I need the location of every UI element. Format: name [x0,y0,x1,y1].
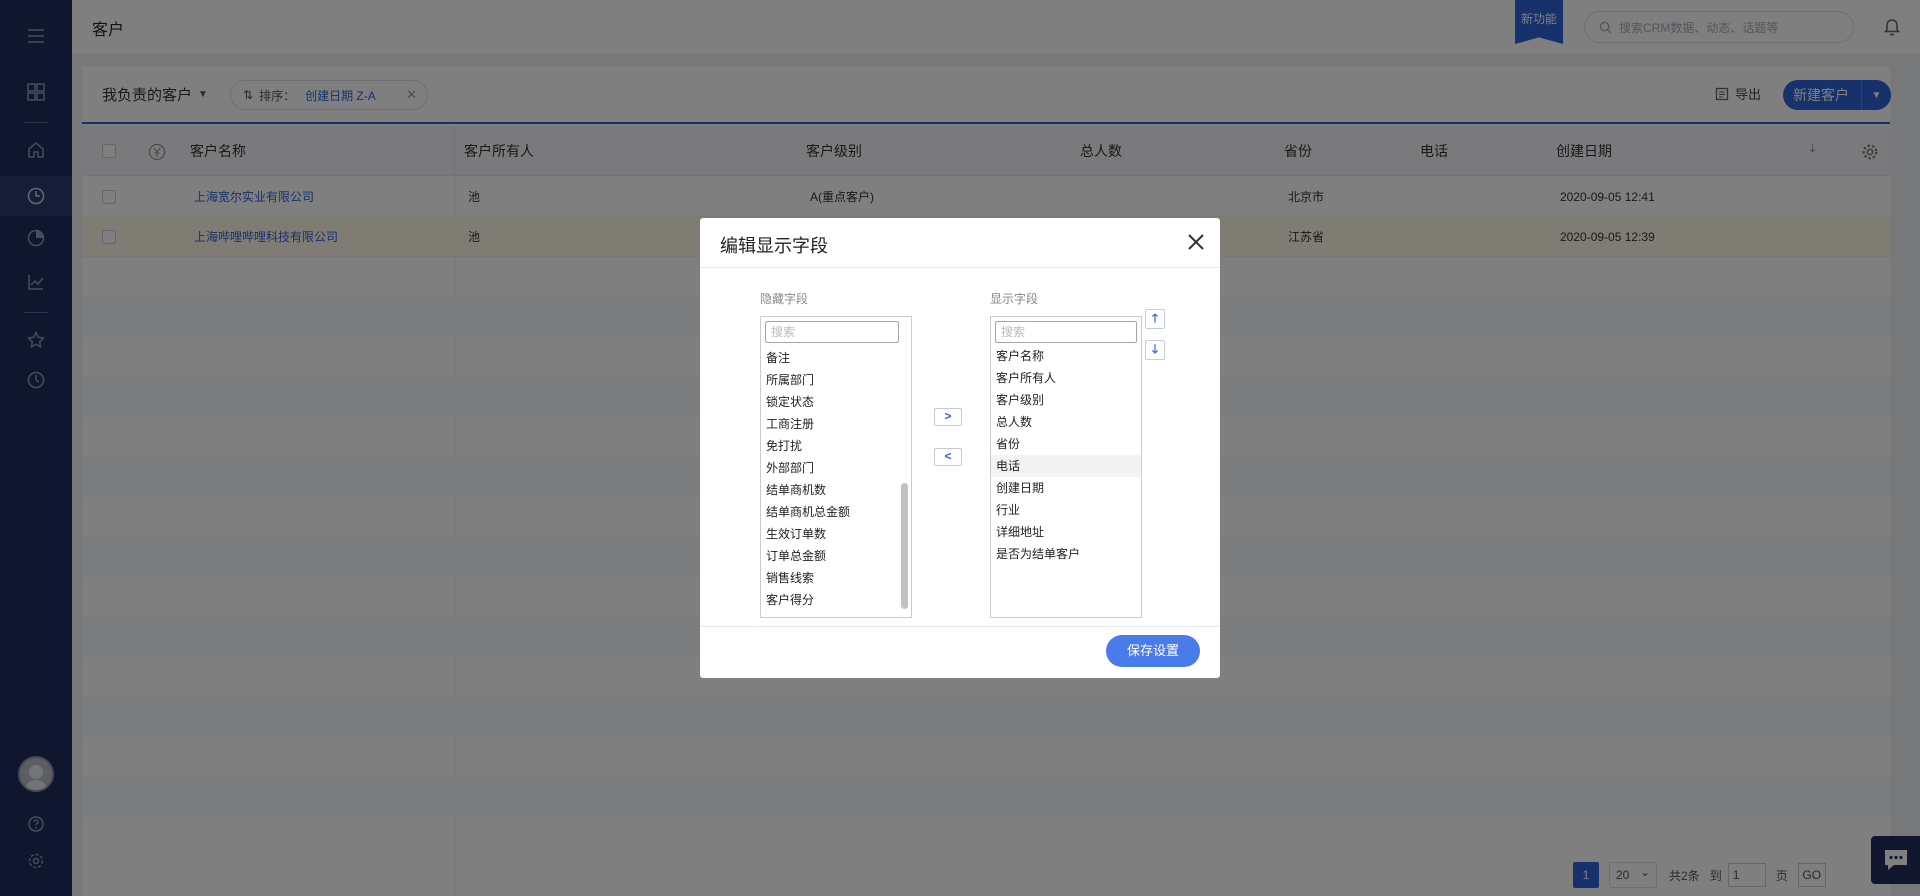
shown-fields-search[interactable]: 搜索 [995,321,1137,343]
move-down-button[interactable]: 🡓 [1145,340,1165,360]
edit-fields-dialog: 编辑显示字段 隐藏字段 显示字段 搜索 备注 所属部门 锁定状态 工商注册 免打… [700,218,1220,678]
list-item[interactable]: 客户名称 [991,345,1141,367]
dialog-header: 编辑显示字段 [700,218,1220,268]
list-item[interactable]: 备注 [761,347,911,369]
list-item[interactable]: 客户级别 [991,389,1141,411]
list-item[interactable]: 详细地址 [991,521,1141,543]
shown-fields-title: 显示字段 [990,292,1039,306]
list-item[interactable]: 销售线索 [761,567,911,589]
scrollbar[interactable] [901,483,908,609]
list-item[interactable]: 客户得分 [761,589,911,611]
move-left-button[interactable]: < [934,448,962,466]
hidden-fields-search[interactable]: 搜索 [765,321,899,343]
list-item[interactable]: 外部部门 [761,457,911,479]
list-item[interactable]: 工商注册 [761,413,911,435]
list-item[interactable]: 行业 [991,499,1141,521]
hidden-fields-title: 隐藏字段 [760,292,809,306]
list-item[interactable]: 订单总金额 [761,545,911,567]
close-icon[interactable] [1186,232,1206,252]
list-item[interactable]: 免打扰 [761,435,911,457]
list-item[interactable]: 生效订单数 [761,523,911,545]
list-item-selected[interactable]: 电话 [991,455,1141,477]
list-item[interactable]: 客户所有人 [991,367,1141,389]
list-item[interactable]: 结单商机总金额 [761,501,911,523]
hidden-fields-list[interactable]: 搜索 备注 所属部门 锁定状态 工商注册 免打扰 外部部门 结单商机数 结单商机… [760,316,912,618]
move-right-button[interactable]: > [934,408,962,426]
shown-fields-list[interactable]: 搜索 客户名称 客户所有人 客户级别 总人数 省份 电话 创建日期 行业 详细地… [990,316,1142,618]
save-settings-button[interactable]: 保存设置 [1106,635,1200,667]
move-up-button[interactable]: 🡑 [1145,309,1165,329]
dialog-title: 编辑显示字段 [720,236,828,256]
dialog-footer: 保存设置 [700,626,1220,678]
list-item[interactable]: 省份 [991,433,1141,455]
list-item[interactable]: 所属部门 [761,369,911,391]
list-item[interactable]: 结单商机数 [761,479,911,501]
list-item[interactable]: 锁定状态 [761,391,911,413]
list-item[interactable]: 是否为结单客户 [991,543,1141,565]
list-item[interactable]: 总人数 [991,411,1141,433]
list-item[interactable]: 创建日期 [991,477,1141,499]
